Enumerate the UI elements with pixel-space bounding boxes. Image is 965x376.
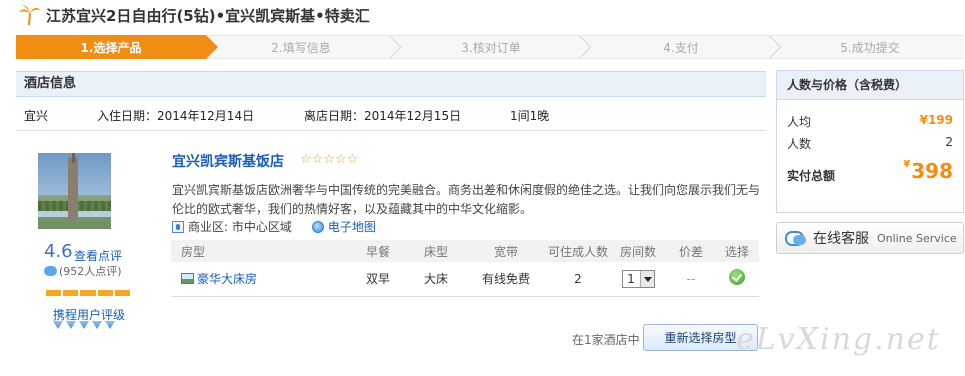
col-rooms: 房间数 xyxy=(609,240,667,262)
globe-icon xyxy=(311,220,324,233)
table-row: 豪华大床房 双早 大床 有线免费 2 1 -- xyxy=(171,262,759,297)
col-internet: 宽带 xyxy=(465,240,547,262)
comment-bubble-icon xyxy=(44,266,57,276)
rating-segment xyxy=(97,290,113,296)
location-icon xyxy=(172,220,184,233)
col-room-type: 房型 xyxy=(171,240,349,262)
total-row: 实付总额 ¥398 xyxy=(787,159,953,184)
hotel-star-rating: ☆☆☆☆☆ xyxy=(300,152,359,167)
stay-info-row: 宜兴 入住日期：2014年12月14日 离店日期：2014年12月15日 1间1… xyxy=(16,99,766,131)
step-label: 5.成功提交 xyxy=(840,41,900,55)
people-label: 人数 xyxy=(787,137,812,151)
room-type-cell: 豪华大床房 xyxy=(171,262,349,297)
rooms-nights: 1间1晚 xyxy=(510,109,550,123)
per-person-value: ¥199 xyxy=(919,113,953,127)
step-label: 3.核对订单 xyxy=(461,41,521,55)
checkout-date: 离店日期：2014年12月15日 xyxy=(304,109,462,123)
chat-bubbles-icon xyxy=(785,229,809,247)
room-count-value: 1 xyxy=(627,271,635,286)
progress-steps: 1.选择产品 2.填写信息 3.核对订单 4.支付 5.成功提交 xyxy=(16,35,964,59)
check-icon[interactable] xyxy=(729,269,745,286)
step-pay: 4.支付 xyxy=(586,35,782,59)
user-rating-bar xyxy=(46,290,131,296)
service-label-en: Online Service xyxy=(877,231,957,245)
breakfast-cell: 双早 xyxy=(349,262,407,297)
rating-segment xyxy=(46,290,62,296)
price-panel: 人数与价格（含税费） 人均 ¥199 人数 2 实付总额 ¥398 xyxy=(776,70,964,213)
step-fill-info: 2.填写信息 xyxy=(206,35,402,59)
step-select-product: 1.选择产品 xyxy=(16,35,218,59)
table-header-row: 房型 早餐 床型 宽带 可住成人数 房间数 价差 选择 xyxy=(171,240,759,262)
hotel-photo[interactable] xyxy=(38,153,111,229)
hotel-count-text: 在1家酒店中 xyxy=(572,333,640,347)
per-person-label: 人均 xyxy=(787,115,812,129)
palm-tree-icon xyxy=(19,5,40,26)
people-value: 2 xyxy=(945,135,953,149)
diamond-icon xyxy=(104,321,116,329)
currency-symbol: ¥ xyxy=(903,159,911,170)
col-bed: 床型 xyxy=(407,240,465,262)
internet-cell: 有线免费 xyxy=(465,262,547,297)
checkin-date: 入住日期：2014年12月14日 xyxy=(97,109,255,123)
hotel-info-heading: 酒店信息 xyxy=(16,71,766,97)
city: 宜兴 xyxy=(24,109,49,123)
rating-segment xyxy=(114,290,131,296)
photo-tower xyxy=(68,157,78,219)
view-reviews-link[interactable]: 查看点评 xyxy=(74,247,122,264)
total-value: 398 xyxy=(911,159,953,183)
col-breakfast: 早餐 xyxy=(349,240,407,262)
review-count-text: (952人点评) xyxy=(59,265,122,278)
col-price-diff: 价差 xyxy=(667,240,715,262)
step-check-order: 3.核对订单 xyxy=(396,35,592,59)
rating-segment xyxy=(80,290,96,296)
hotel-name-link[interactable]: 宜兴凯宾斯基饭店 xyxy=(172,151,284,171)
diamond-icon xyxy=(91,321,103,329)
map-link[interactable]: 电子地图 xyxy=(328,218,376,235)
bed-cell: 大床 xyxy=(407,262,465,297)
total-amount: ¥398 xyxy=(903,159,953,183)
diamond-icon xyxy=(52,321,64,329)
price-diff-cell: -- xyxy=(667,262,715,297)
diamond-icon xyxy=(65,321,77,329)
room-count-select[interactable]: 1 xyxy=(621,269,655,288)
people-row: 人数 2 xyxy=(787,135,953,152)
col-select: 选择 xyxy=(715,240,759,262)
room-table: 房型 早餐 床型 宽带 可住成人数 房间数 价差 选择 豪华大床房 双早 大床 … xyxy=(171,240,759,297)
watermark: eLvXing.net xyxy=(736,322,941,357)
image-icon xyxy=(181,273,194,285)
online-service-button[interactable]: 在线客服 Online Service xyxy=(776,222,964,254)
step-label: 1.选择产品 xyxy=(80,41,142,55)
rooms-cell: 1 xyxy=(609,262,667,297)
step-label: 2.填写信息 xyxy=(271,41,331,55)
room-type-label: 豪华大床房 xyxy=(197,272,258,287)
per-person-row: 人均 ¥199 xyxy=(787,113,953,130)
step-label: 4.支付 xyxy=(663,41,699,55)
hotel-score: 4.6 xyxy=(44,241,73,262)
dropdown-arrow-icon xyxy=(639,270,654,287)
page-title: 江苏宜兴2日自由行(5钻)•宜兴凯宾斯基•特卖汇 xyxy=(46,6,370,25)
step-arrow xyxy=(206,35,218,59)
hotel-meta: 商业区: 市中心区域 电子地图 xyxy=(172,218,376,235)
hotel-description: 宜兴凯宾斯基饭店欧洲奢华与中国传统的完美融合。商务出差和休闲度假的绝佳之选。让我… xyxy=(172,183,761,216)
rating-segment xyxy=(63,290,79,296)
price-panel-heading: 人数与价格（含税费） xyxy=(777,71,963,100)
photo-tower-top xyxy=(72,153,75,163)
service-label-cn: 在线客服 xyxy=(813,231,869,247)
price-diff-value: -- xyxy=(686,271,696,286)
col-adults: 可住成人数 xyxy=(547,240,609,262)
room-type-link[interactable]: 豪华大床房 xyxy=(181,270,257,287)
district: 商业区: 市中心区域 xyxy=(188,220,292,234)
total-label: 实付总额 xyxy=(787,169,836,183)
page-title-bar: 江苏宜兴2日自由行(5钻)•宜兴凯宾斯基•特卖汇 xyxy=(18,3,370,27)
adults-cell: 2 xyxy=(547,262,609,297)
step-submit: 5.成功提交 xyxy=(776,35,964,59)
review-count: (952人点评) xyxy=(44,263,122,279)
select-cell xyxy=(715,262,759,297)
diamond-icon xyxy=(78,321,90,329)
rating-diamonds xyxy=(52,321,116,329)
